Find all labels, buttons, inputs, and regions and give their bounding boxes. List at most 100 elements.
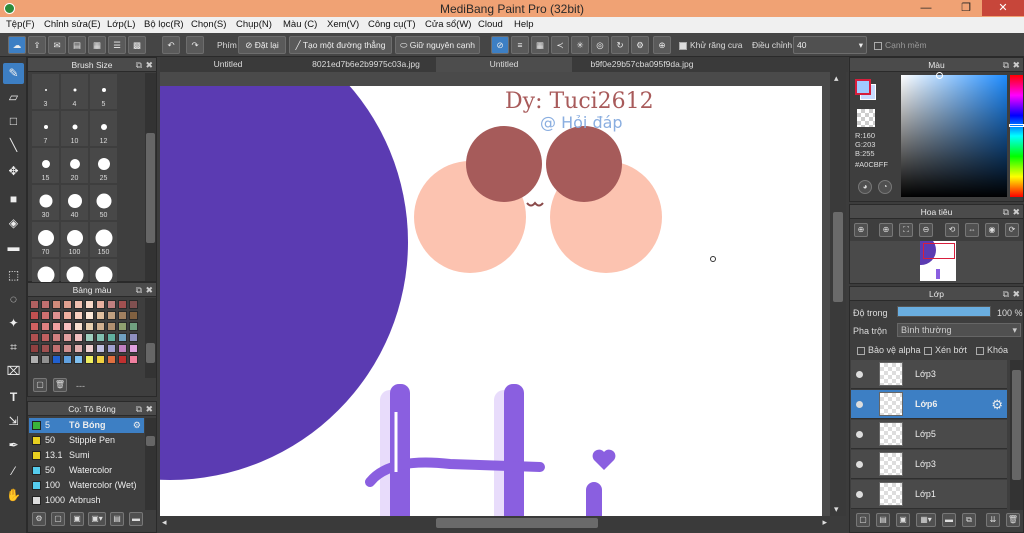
tab-untitled-1[interactable]: Untitled: [160, 57, 296, 72]
curve-snap-icon[interactable]: ↻: [611, 36, 629, 54]
palette-swatch[interactable]: [118, 322, 127, 331]
menu-cloud[interactable]: Cloud: [478, 19, 503, 30]
palette-swatch[interactable]: [118, 300, 127, 309]
hand-operation-icon[interactable]: ⇲: [3, 411, 24, 432]
bucket-tool-icon[interactable]: ◈: [3, 213, 24, 234]
close-panel-icon[interactable]: ✖: [1012, 58, 1020, 72]
grid-icon[interactable]: ▩: [128, 36, 146, 54]
brush-size-cell[interactable]: 20: [61, 148, 88, 183]
zoom-in-icon[interactable]: ⊕: [854, 223, 868, 237]
menu-view[interactable]: Xem(V): [327, 19, 359, 30]
menu-filter[interactable]: Bộ lọc(R): [144, 19, 184, 30]
dot-tool-icon[interactable]: □: [3, 111, 24, 132]
eye-icon[interactable]: [856, 401, 863, 408]
dropper-icon[interactable]: ⁄: [3, 461, 24, 482]
palette-swatch[interactable]: [41, 333, 50, 342]
color-palette-icon[interactable]: ◔: [878, 180, 892, 194]
smooth-checkbox[interactable]: Cạnh mềm: [874, 40, 927, 50]
eye-icon[interactable]: [856, 491, 863, 498]
palette-swatch[interactable]: [52, 344, 61, 353]
brush-size-cell[interactable]: 30: [32, 185, 59, 220]
menu-help[interactable]: Help: [514, 19, 534, 30]
text-tool-icon[interactable]: T: [3, 387, 24, 408]
select-eraser-icon[interactable]: ⌧: [3, 361, 24, 382]
list-icon[interactable]: ☰: [108, 36, 126, 54]
scroll-right-icon[interactable]: ▸: [822, 517, 827, 528]
menu-select[interactable]: Chọn(S): [191, 19, 226, 30]
rectangle-fill-icon[interactable]: ■: [3, 189, 24, 210]
eye-icon[interactable]: [856, 431, 863, 438]
float-icon[interactable]: ⧉: [136, 402, 142, 416]
scroll-up-icon[interactable]: ▴: [834, 73, 839, 84]
brush-list-scrollbar[interactable]: [145, 418, 156, 510]
circle-snap-icon[interactable]: ◎: [591, 36, 609, 54]
palette-swatch[interactable]: [41, 355, 50, 364]
close-button[interactable]: ✕: [982, 0, 1024, 16]
lasso-icon[interactable]: ◌: [3, 289, 24, 310]
rotate-icon[interactable]: ⟲: [945, 223, 959, 237]
rotate-right-icon[interactable]: ⟳: [1005, 223, 1019, 237]
palette-swatch[interactable]: [85, 344, 94, 353]
palette-swatch[interactable]: [30, 322, 39, 331]
palette-swatch[interactable]: [107, 300, 116, 309]
palette-swatch[interactable]: [96, 311, 105, 320]
color-wheel-icon[interactable]: ◕: [858, 180, 872, 194]
page-icon[interactable]: ▤: [68, 36, 86, 54]
close-panel-icon[interactable]: ✖: [1012, 205, 1020, 219]
reset-view-icon[interactable]: ◉: [985, 223, 999, 237]
brush-size-cell[interactable]: 15: [32, 148, 59, 183]
eraser-tool-icon[interactable]: ▱: [3, 87, 24, 108]
settings-snap-icon[interactable]: ⚙: [631, 36, 649, 54]
layer-row[interactable]: Lớp6 ⚙: [851, 390, 1007, 419]
close-panel-icon[interactable]: ✖: [145, 402, 153, 416]
redo-icon[interactable]: ↷: [186, 36, 204, 54]
new-page-icon[interactable]: ▢: [33, 378, 47, 392]
brush-folder-menu-icon[interactable]: ▣▾: [88, 512, 106, 526]
palette-swatch[interactable]: [63, 355, 72, 364]
palette-swatch[interactable]: [107, 311, 116, 320]
close-panel-icon[interactable]: ✖: [145, 58, 153, 72]
menu-layer[interactable]: Lớp(L): [107, 19, 135, 30]
protect-alpha-checkbox[interactable]: Bảo vệ alpha: [857, 345, 921, 355]
minimize-button[interactable]: —: [912, 0, 940, 16]
radial-snap-icon[interactable]: ✳: [571, 36, 589, 54]
brush-size-cell[interactable]: 40: [61, 185, 88, 220]
palette-swatch[interactable]: [63, 333, 72, 342]
antialias-checkbox[interactable]: Khử răng cưa: [679, 40, 743, 50]
share-icon[interactable]: ⇪: [28, 36, 46, 54]
zoom-out-icon[interactable]: ⊖: [919, 223, 933, 237]
float-icon[interactable]: ⧉: [1003, 58, 1009, 72]
palette-swatch[interactable]: [74, 355, 83, 364]
layer-add-menu-icon[interactable]: ▦▾: [916, 513, 936, 527]
palette-swatch[interactable]: [52, 311, 61, 320]
palette-scrollbar[interactable]: [145, 298, 156, 378]
canvas-drawing[interactable]: Dy: Tuci2612 @ Hỏi đáp: [160, 72, 830, 516]
undo-icon[interactable]: ↶: [162, 36, 180, 54]
palette-swatch[interactable]: [30, 333, 39, 342]
fit-icon[interactable]: ⛶: [899, 223, 913, 237]
magic-wand-icon[interactable]: ✦: [3, 313, 24, 334]
menu-capture[interactable]: Chụp(N): [236, 19, 272, 30]
vertical-scroll-thumb[interactable]: [833, 212, 843, 302]
layer-row[interactable]: Lớp3: [851, 450, 1007, 479]
palette-swatch[interactable]: [85, 322, 94, 331]
tab-image-2[interactable]: b9f0e29b57cba095f9da.jpg: [572, 57, 712, 72]
tab-untitled-2[interactable]: Untitled: [436, 57, 572, 72]
straight-line-button[interactable]: ╱ Tạo một đường thẳng: [289, 36, 392, 54]
line-tool-icon[interactable]: ╲: [3, 135, 24, 156]
float-icon[interactable]: ⧉: [136, 283, 142, 297]
palette-swatch[interactable]: [118, 355, 127, 364]
flip-icon[interactable]: ⇔: [965, 223, 979, 237]
move-tool-icon[interactable]: ✥: [3, 161, 24, 182]
cloud-icon[interactable]: ☁: [8, 36, 26, 54]
document-icon[interactable]: ▦: [88, 36, 106, 54]
delete-layer-icon[interactable]: 🗑: [1006, 513, 1020, 527]
palette-swatch[interactable]: [85, 311, 94, 320]
palette-swatch[interactable]: [118, 311, 127, 320]
brush-size-cell[interactable]: 100: [61, 222, 88, 257]
clipping-checkbox[interactable]: Xén bớt: [924, 345, 967, 355]
horizontal-scrollbar[interactable]: ◂ ▸: [160, 516, 830, 530]
opacity-slider[interactable]: [897, 306, 991, 317]
layer-folder-icon[interactable]: ▬: [942, 513, 956, 527]
palette-swatch[interactable]: [74, 344, 83, 353]
